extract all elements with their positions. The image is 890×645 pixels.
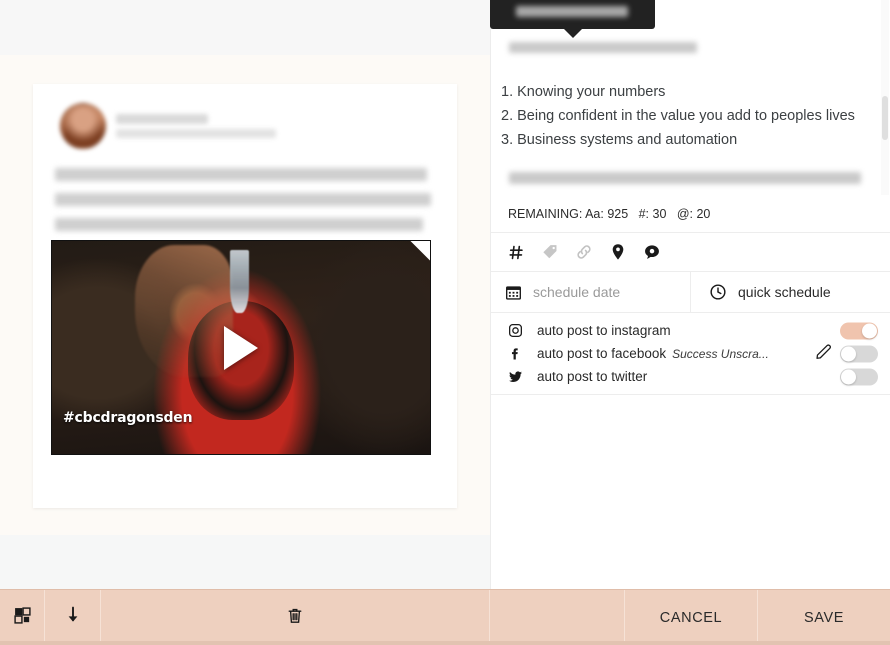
remaining-counter-text: REMAINING: Aa: 925 #: 30 @: 20	[508, 206, 711, 221]
download-button[interactable]	[45, 590, 101, 645]
tag-icon[interactable]	[533, 235, 567, 269]
toggle-knob	[841, 346, 856, 361]
download-arrow-icon	[63, 605, 83, 630]
action-bar-spacer	[490, 590, 625, 645]
play-icon[interactable]	[224, 325, 258, 370]
post-text-editor[interactable]: 1. Knowing your numbers 2. Being confide…	[491, 0, 890, 195]
toggle-knob	[841, 369, 856, 384]
instagram-icon	[505, 323, 525, 338]
video-held-object	[229, 249, 249, 314]
post-text-line	[55, 218, 423, 231]
comment-icon[interactable]	[635, 235, 669, 269]
author-name-block	[116, 114, 276, 138]
video-thumbnail[interactable]: #cbcdragonsden	[51, 240, 431, 455]
twitter-toggle[interactable]	[840, 368, 878, 385]
thumbnail-corner-fold	[409, 241, 430, 262]
quick-schedule-button[interactable]: quick schedule	[691, 272, 890, 312]
duplicate-icon	[13, 606, 32, 630]
hashtag-icon[interactable]	[499, 235, 533, 269]
editor-scrollbar-track[interactable]	[881, 0, 889, 195]
auto-post-list: auto post to instagram auto post to face…	[491, 313, 890, 395]
duplicate-button[interactable]	[0, 590, 45, 645]
video-subject-arm	[135, 245, 234, 378]
twitter-icon	[505, 369, 525, 385]
facebook-icon	[505, 346, 525, 361]
scheduler-app: #cbcdragonsden 1. Knowing your numbers 2…	[0, 0, 890, 645]
cancel-button[interactable]: CANCEL	[625, 590, 758, 645]
auto-post-row-facebook[interactable]: auto post to facebook Success Unscra...	[491, 342, 890, 365]
post-text-line	[55, 168, 427, 181]
post-text-line	[55, 193, 431, 206]
post-preview-card[interactable]: #cbcdragonsden	[33, 84, 457, 508]
save-button[interactable]: SAVE	[758, 590, 890, 645]
avatar	[60, 103, 106, 149]
calendar-icon	[506, 285, 521, 300]
author-handle-redacted	[116, 129, 276, 138]
video-hashtag-overlay: #cbcdragonsden	[63, 410, 193, 426]
instagram-toggle[interactable]	[840, 322, 878, 339]
list-item: 2. Being confident in the value you add …	[501, 108, 855, 124]
list-item: 3. Business systems and automation	[501, 132, 738, 148]
toggle-knob	[862, 323, 877, 338]
editor-closing-line-redacted	[509, 172, 861, 184]
auto-post-row-twitter[interactable]: auto post to twitter	[491, 365, 890, 388]
composer-panel: 1. Knowing your numbers 2. Being confide…	[490, 0, 890, 589]
facebook-toggle[interactable]	[840, 345, 878, 362]
editor-numbered-list: 1. Knowing your numbers 2. Being confide…	[501, 80, 855, 152]
remaining-counter-row: REMAINING: Aa: 925 #: 30 @: 20	[491, 195, 890, 233]
location-pin-icon[interactable]	[601, 235, 635, 269]
edit-pencil-icon[interactable]	[815, 343, 832, 365]
tooltip-arrow	[563, 29, 582, 38]
trash-icon	[286, 606, 304, 630]
auto-post-label: auto post to facebook	[537, 346, 667, 361]
clock-icon	[710, 284, 726, 300]
preview-top-band	[0, 0, 490, 55]
auto-post-row-instagram[interactable]: auto post to instagram	[491, 319, 890, 342]
list-item: 1. Knowing your numbers	[501, 84, 666, 100]
schedule-row: schedule date quick schedule	[491, 272, 890, 313]
insert-toolbar	[491, 233, 890, 272]
post-preview-panel: #cbcdragonsden	[0, 0, 490, 589]
post-author	[60, 103, 276, 149]
editor-scrollbar-thumb[interactable]	[882, 96, 888, 140]
action-bar: CANCEL SAVE	[0, 589, 890, 645]
auto-post-page-name: Success Unscra...	[672, 346, 769, 361]
preview-bottom-band	[0, 535, 490, 589]
bottom-edge-strip	[0, 641, 890, 645]
cancel-label: CANCEL	[659, 609, 723, 626]
auto-post-label: auto post to instagram	[537, 323, 671, 338]
link-icon[interactable]	[567, 235, 601, 269]
delete-button[interactable]	[101, 590, 490, 645]
post-body-text	[55, 168, 435, 231]
save-label: SAVE	[803, 609, 844, 626]
schedule-date-field[interactable]: schedule date	[491, 272, 691, 312]
author-name-redacted	[116, 114, 208, 124]
auto-post-label: auto post to twitter	[537, 369, 648, 384]
tooltip-label-redacted	[516, 6, 628, 17]
editor-intro-line-redacted	[509, 42, 697, 53]
quick-schedule-label: quick schedule	[738, 284, 831, 300]
schedule-date-placeholder: schedule date	[533, 284, 621, 300]
schedule-post-tooltip	[490, 0, 655, 38]
